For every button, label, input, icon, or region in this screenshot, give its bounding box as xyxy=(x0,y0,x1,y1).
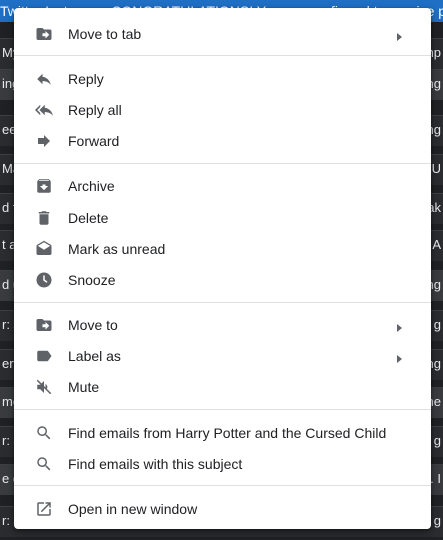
menu-item-move-to-tab[interactable]: Move to tab xyxy=(14,18,431,49)
menu-divider xyxy=(14,301,431,303)
menu-item-label: Open in new window xyxy=(68,501,198,518)
menu-item-snooze[interactable]: Snooze xyxy=(14,264,431,295)
submenu-arrow-icon xyxy=(395,320,403,333)
reply-icon xyxy=(35,70,53,88)
mark-unread-icon xyxy=(35,240,53,258)
email-context-menu: Move to tab Reply Reply all Forward Arch… xyxy=(14,8,431,529)
menu-item-mark-as-unread[interactable]: Mark as unread xyxy=(14,233,431,264)
menu-divider xyxy=(14,162,431,164)
open-new-window-icon xyxy=(35,500,53,518)
menu-item-label-as[interactable]: Label as xyxy=(14,341,431,372)
menu-item-archive[interactable]: Archive xyxy=(14,171,431,202)
menu-item-label: Label as xyxy=(68,348,121,365)
menu-item-delete[interactable]: Delete xyxy=(14,202,431,233)
menu-item-label: Move to tab xyxy=(68,25,142,42)
snooze-clock-icon xyxy=(35,271,53,289)
menu-item-label: Reply xyxy=(68,70,104,87)
menu-item-find-emails-from-sender[interactable]: Find emails from Harry Potter and the Cu… xyxy=(14,417,431,448)
reply-all-icon xyxy=(35,101,53,119)
move-to-icon xyxy=(35,316,53,334)
menu-item-label: Reply all xyxy=(68,101,122,118)
menu-item-move-to[interactable]: Move to xyxy=(14,310,431,341)
menu-item-reply-all[interactable]: Reply all xyxy=(14,94,431,125)
trash-icon xyxy=(35,209,53,227)
menu-item-label: Mark as unread xyxy=(68,240,166,257)
label-icon xyxy=(35,347,53,365)
move-to-tab-icon xyxy=(35,25,53,43)
menu-item-forward[interactable]: Forward xyxy=(14,126,431,157)
menu-divider xyxy=(14,55,431,57)
menu-item-open-in-new-window[interactable]: Open in new window xyxy=(14,493,431,524)
menu-item-label: Delete xyxy=(68,209,109,226)
submenu-arrow-icon xyxy=(395,29,403,41)
menu-item-mute[interactable]: Mute xyxy=(14,372,431,403)
email-row-snippet: g xyxy=(433,317,441,332)
menu-item-label: Find emails with this subject xyxy=(68,455,243,472)
menu-divider xyxy=(14,485,431,487)
email-row-snippet: g xyxy=(433,433,441,448)
email-row-snippet: A xyxy=(432,237,441,252)
menu-item-find-emails-with-subject[interactable]: Find emails with this subject xyxy=(14,448,431,479)
menu-item-label: Find emails from Harry Potter and the Cu… xyxy=(68,424,387,441)
menu-item-label: Archive xyxy=(68,178,115,195)
mute-icon xyxy=(35,378,53,396)
menu-item-label: Move to xyxy=(68,317,118,334)
menu-divider xyxy=(14,409,431,411)
email-row-snippet: g xyxy=(433,513,441,528)
search-icon xyxy=(35,424,53,442)
menu-item-label: Forward xyxy=(68,133,120,150)
menu-item-label: Snooze xyxy=(68,271,116,288)
archive-icon xyxy=(35,177,53,195)
forward-icon xyxy=(35,132,53,150)
submenu-arrow-icon xyxy=(395,351,403,364)
search-icon xyxy=(35,455,53,473)
menu-item-label: Mute xyxy=(68,379,100,396)
menu-item-reply[interactable]: Reply xyxy=(14,63,431,94)
